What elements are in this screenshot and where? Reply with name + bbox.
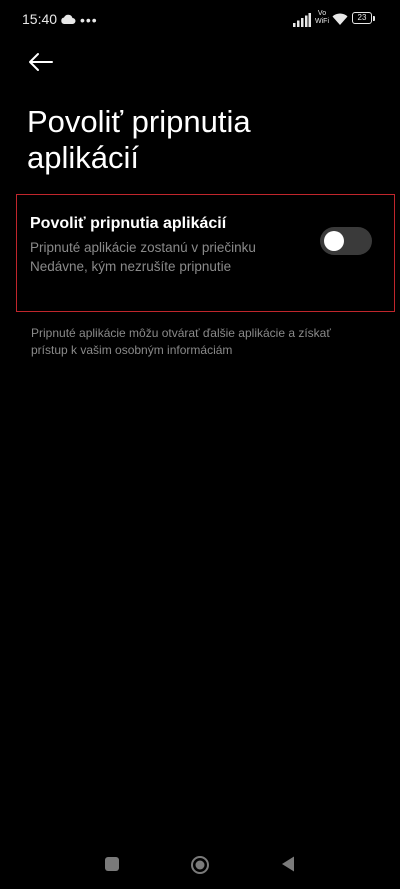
home-circle-icon[interactable] bbox=[190, 855, 210, 875]
footer-note: Pripnuté aplikácie môžu otvárať ďalšie a… bbox=[31, 326, 331, 357]
recents-square-icon[interactable] bbox=[105, 857, 119, 871]
setting-title: Povoliť pripnutia aplikácií bbox=[30, 215, 227, 232]
setting-description: Pripnuté aplikácie zostanú v priečinku N… bbox=[30, 240, 256, 274]
back-button[interactable] bbox=[22, 46, 58, 80]
signal-icon bbox=[293, 13, 311, 27]
more-dots-icon: ••• bbox=[80, 12, 98, 28]
back-triangle-icon[interactable] bbox=[280, 855, 296, 873]
app-pinning-toggle[interactable] bbox=[320, 227, 372, 255]
battery-icon: 23 bbox=[352, 12, 376, 26]
status-bar: 15:40 ••• Vo WiFi 23 bbox=[0, 0, 400, 40]
page-title: Povoliť pripnutia aplikácií bbox=[27, 104, 251, 175]
wifi-icon bbox=[332, 13, 348, 25]
battery-level: 23 bbox=[352, 12, 372, 24]
status-time: 15:40 bbox=[22, 11, 58, 27]
arrow-left-icon bbox=[29, 53, 53, 71]
vowifi-icon: Vo WiFi bbox=[315, 10, 329, 25]
toggle-knob bbox=[324, 231, 344, 251]
setting-row-allow-app-pinning[interactable]: Povoliť pripnutia aplikácií Pripnuté apl… bbox=[16, 194, 395, 312]
cloud-icon bbox=[61, 14, 76, 24]
